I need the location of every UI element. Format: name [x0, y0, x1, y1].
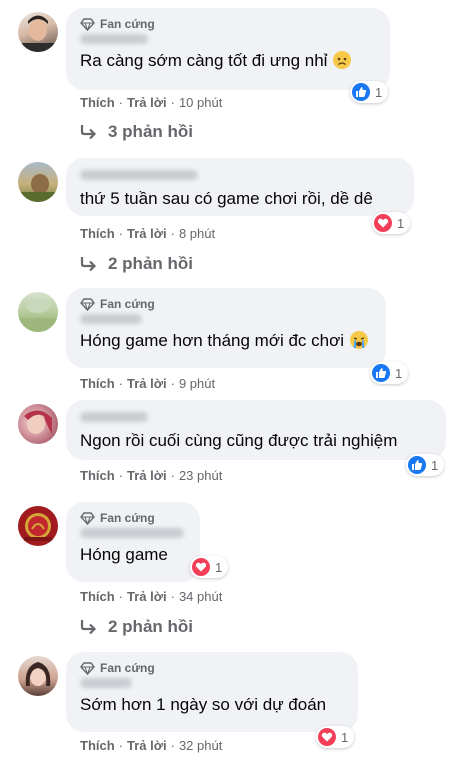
diamond-icon	[80, 511, 95, 525]
top-fan-badge[interactable]: Fan cứng	[80, 296, 372, 312]
reaction-badge[interactable]: 1	[316, 726, 355, 748]
reply-link[interactable]: Trả lời	[127, 738, 167, 753]
comment-text: Ngon rồi cuối cùng cũng được trải nghiệm	[80, 431, 398, 450]
comment-text: Sớm hơn 1 ngày so với dự đoán	[80, 695, 327, 714]
like-reaction-icon	[372, 364, 390, 382]
view-replies-link[interactable]: 2 phản hồi	[80, 254, 193, 274]
love-reaction-icon	[318, 728, 336, 746]
avatar[interactable]	[18, 656, 58, 696]
reaction-badge[interactable]: 1	[406, 454, 445, 476]
author-name[interactable]	[80, 314, 142, 324]
reaction-count: 1	[395, 365, 403, 381]
like-link[interactable]: Thích	[80, 468, 115, 483]
reply-arrow-icon	[80, 125, 97, 140]
like-reaction-icon	[408, 456, 426, 474]
reply-arrow-icon	[80, 257, 97, 272]
like-link[interactable]: Thích	[80, 738, 115, 753]
comment-bubble: thứ 5 tuần sau có game chơi rồi, dề dê	[66, 158, 414, 216]
timestamp[interactable]: 23 phút	[179, 468, 222, 483]
avatar-photo-icon	[18, 174, 58, 202]
replies-count-label: 2 phản hồi	[108, 254, 193, 273]
author-name[interactable]	[80, 412, 148, 422]
timestamp[interactable]: 8 phút	[179, 226, 215, 241]
like-link[interactable]: Thích	[80, 95, 115, 110]
reaction-badge[interactable]: 1	[190, 556, 229, 578]
author-name[interactable]	[80, 678, 132, 688]
top-fan-badge[interactable]: Fan cứng	[80, 510, 186, 526]
reaction-count: 1	[215, 559, 223, 575]
comment-actions: Thích · Trả lời · 9 phút	[80, 376, 216, 391]
love-reaction-icon	[192, 558, 210, 576]
reaction-count: 1	[341, 729, 349, 745]
author-name[interactable]	[80, 34, 148, 44]
comment-bubble: Fan cứng Ra càng sớm càng tốt đi ưng nhỉ	[66, 8, 390, 90]
avatar-photo-icon	[22, 15, 54, 52]
avatar[interactable]	[18, 404, 58, 444]
reply-link[interactable]: Trả lời	[127, 226, 167, 241]
comment-text: Hóng game hơn tháng mới đc chơi	[80, 330, 372, 352]
reaction-count: 1	[431, 457, 439, 473]
reply-link[interactable]: Trả lời	[127, 468, 167, 483]
avatar[interactable]	[18, 162, 58, 202]
comment-actions: Thích · Trả lời · 32 phút	[80, 738, 223, 753]
reply-arrow-icon	[80, 620, 97, 635]
diamond-icon	[80, 661, 95, 675]
top-fan-badge[interactable]: Fan cứng	[80, 16, 376, 32]
like-link[interactable]: Thích	[80, 226, 115, 241]
club-crest-icon	[24, 513, 52, 541]
badge-label: Fan cứng	[100, 661, 155, 675]
comment-actions: Thích · Trả lời · 10 phút	[80, 95, 223, 110]
comment-bubble: Ngon rồi cuối cùng cũng được trải nghiệm	[66, 400, 446, 460]
sad-emoji-icon	[333, 51, 352, 69]
avatar-photo-icon	[25, 662, 51, 686]
author-name[interactable]	[80, 528, 184, 538]
timestamp[interactable]: 9 phút	[179, 376, 215, 391]
top-fan-badge[interactable]: Fan cứng	[80, 660, 344, 676]
badge-label: Fan cứng	[100, 17, 155, 31]
replies-count-label: 2 phản hồi	[108, 617, 193, 636]
avatar[interactable]	[18, 506, 58, 546]
reaction-badge[interactable]: 1	[372, 212, 411, 234]
like-link[interactable]: Thích	[80, 376, 115, 391]
avatar[interactable]	[18, 12, 58, 52]
reply-link[interactable]: Trả lời	[127, 589, 167, 604]
love-reaction-icon	[374, 214, 392, 232]
comment-actions: Thích · Trả lời · 23 phút	[80, 468, 223, 483]
reaction-count: 1	[397, 215, 405, 231]
comment-bubble: Fan cứng Hóng game	[66, 502, 200, 582]
comment-text: Ra càng sớm càng tốt đi ưng nhỉ	[80, 50, 376, 72]
reaction-count: 1	[375, 84, 383, 100]
like-reaction-icon	[352, 83, 370, 101]
diamond-icon	[80, 17, 95, 31]
avatar[interactable]	[18, 292, 58, 332]
comment-text: Hóng game	[80, 545, 168, 564]
reaction-badge[interactable]: 1	[350, 81, 389, 103]
timestamp[interactable]: 10 phút	[179, 95, 222, 110]
reply-link[interactable]: Trả lời	[127, 376, 167, 391]
reply-link[interactable]: Trả lời	[127, 95, 167, 110]
replies-count-label: 3 phản hồi	[108, 122, 193, 141]
comment-bubble: Fan cứng Hóng game hơn tháng mới đc chơi	[66, 288, 386, 368]
view-replies-link[interactable]: 2 phản hồi	[80, 617, 193, 637]
view-replies-link[interactable]: 3 phản hồi	[80, 122, 193, 142]
author-name[interactable]	[80, 170, 198, 180]
reaction-badge[interactable]: 1	[370, 362, 409, 384]
timestamp[interactable]: 32 phút	[179, 738, 222, 753]
comment-bubble: Fan cứng Sớm hơn 1 ngày so với dự đoán	[66, 652, 358, 732]
diamond-icon	[80, 297, 95, 311]
badge-label: Fan cứng	[100, 511, 155, 525]
avatar-photo-icon	[24, 410, 52, 434]
crying-emoji-icon	[350, 331, 369, 349]
timestamp[interactable]: 34 phút	[179, 589, 222, 604]
comment-text: thứ 5 tuần sau có game chơi rồi, dề dê	[80, 189, 373, 208]
comment-actions: Thích · Trả lời · 34 phút	[80, 589, 223, 604]
avatar-photo-icon	[18, 299, 58, 332]
badge-label: Fan cứng	[100, 297, 155, 311]
like-link[interactable]: Thích	[80, 589, 115, 604]
comment-actions: Thích · Trả lời · 8 phút	[80, 226, 216, 241]
